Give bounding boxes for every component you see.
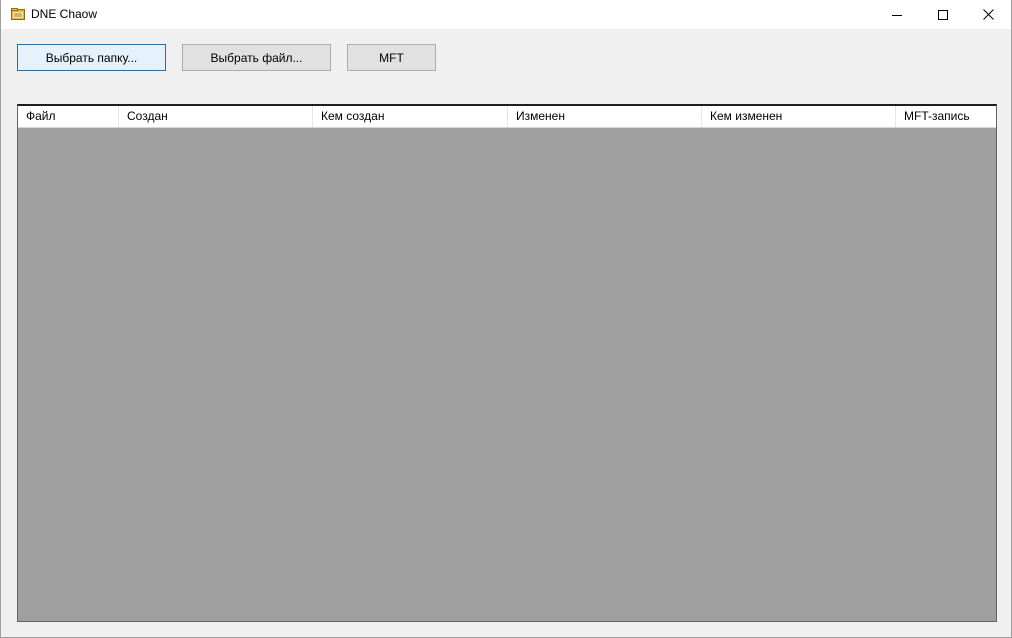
select-folder-button[interactable]: Выбрать папку...	[17, 44, 166, 71]
mft-button[interactable]: MFT	[347, 44, 436, 71]
column-header-created[interactable]: Создан	[119, 106, 313, 127]
maximize-button[interactable]	[920, 0, 966, 29]
files-list-view[interactable]: Файл Создан Кем создан Изменен Кем измен…	[17, 104, 997, 622]
column-header-file[interactable]: Файл	[18, 106, 119, 127]
select-file-button[interactable]: Выбрать файл...	[182, 44, 331, 71]
list-header: Файл Создан Кем создан Изменен Кем измен…	[18, 106, 996, 128]
maximize-icon	[938, 9, 948, 20]
title-bar[interactable]: DNE Chaow	[1, 0, 1011, 29]
close-button[interactable]	[965, 0, 1011, 29]
column-header-created-by[interactable]: Кем создан	[313, 106, 508, 127]
close-icon	[982, 9, 994, 20]
column-header-modified-by[interactable]: Кем изменен	[702, 106, 896, 127]
column-header-mft-record[interactable]: MFT-запись	[896, 106, 996, 127]
column-header-modified[interactable]: Изменен	[508, 106, 702, 127]
minimize-icon	[892, 14, 902, 16]
minimize-button[interactable]	[874, 0, 920, 29]
window-title: DNE Chaow	[31, 7, 98, 21]
folder-app-icon	[11, 7, 25, 20]
main-window: DNE Chaow Выбрать папку... Выбрать файл.…	[0, 0, 1012, 638]
